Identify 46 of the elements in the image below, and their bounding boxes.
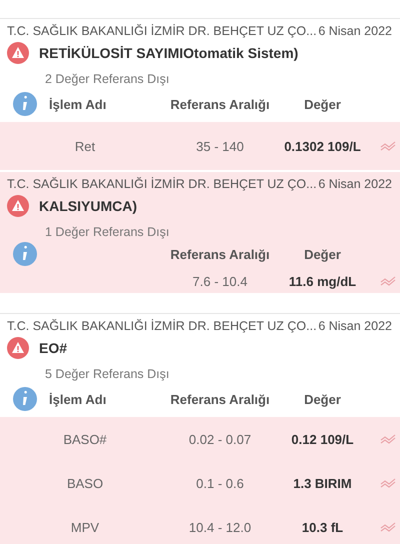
column-header: Değer [304,392,341,406]
warning-icon [7,337,29,359]
column-header: Referans Aralığı [170,246,270,262]
hospital-name: T.C. SAĞLIK BAKANLIĞI İZMİR DR. BEHÇET UZ ÇO... [7,24,317,38]
test-title: EO# [39,340,68,356]
result-value: 0.12 109/L [291,432,354,446]
column-header: Referans Aralığı [170,96,270,112]
trend-icon[interactable] [380,478,396,488]
info-icon[interactable] [13,242,37,266]
result-date: 6 Nisan 2022 [318,24,392,38]
result-date: 6 Nisan 2022 [318,319,392,333]
trend-icon[interactable] [380,276,396,286]
warning-icon [7,195,29,217]
result-value: 0.1302 109/L [284,138,361,154]
trend-icon[interactable] [380,434,396,444]
reference-range: 0.1 - 0.6 [196,476,244,490]
column-header: İşlem Adı [49,392,106,406]
reference-range: 35 - 140 [196,138,244,154]
test-name: BASO [66,476,104,490]
out-of-range-count: 5 Değer Referans Dışı [45,367,170,381]
reference-range: 10.4 - 12.0 [188,520,252,534]
column-header: Değer [304,96,341,112]
warning-icon [7,42,29,64]
test-title: KALSIYUMCA) [39,198,137,214]
result-value: 10.3 fL [302,520,344,534]
trend-icon[interactable] [380,141,396,151]
test-title: RETİKÜLOSİT SAYIMIOtomatik Sistem) [39,45,298,61]
result-date: 6 Nisan 2022 [318,177,392,191]
result-value: 11.6 mg/dL [288,274,356,288]
result-value: 1.3 BIRIM [293,476,352,490]
column-header: Referans Aralığı [170,392,270,406]
reference-range: 7.6 - 10.4 [192,274,248,288]
info-icon[interactable] [13,387,37,411]
hospital-name: T.C. SAĞLIK BAKANLIĞI İZMİR DR. BEHÇET UZ ÇO... [7,177,317,191]
reference-range: 0.02 - 0.07 [188,432,252,446]
column-header: Değer [304,246,341,262]
info-icon[interactable] [13,92,37,116]
result-card[interactable]: T.C. SAĞLIK BAKANLIĞI İZMİR DR. BEHÇET UZ ÇO...6 Nisan 2022 KALSIYUMCA) 1 Değer Referans Dışı Referans Aralığı Değer 7.6 - 10.4 11.6 mg/dL [0,170,400,293]
out-of-range-count: 2 Değer Referans Dışı [45,72,170,86]
hospital-name: T.C. SAĞLIK BAKANLIĞI İZMİR DR. BEHÇET UZ ÇO... [7,319,317,333]
test-name: Ret [74,138,96,154]
test-name: MPV [70,520,100,534]
test-name: BASO# [63,432,107,446]
column-header: İşlem Adı [49,96,106,112]
out-of-range-count: 1 Değer Referans Dışı [45,225,170,239]
trend-icon[interactable] [380,522,396,532]
